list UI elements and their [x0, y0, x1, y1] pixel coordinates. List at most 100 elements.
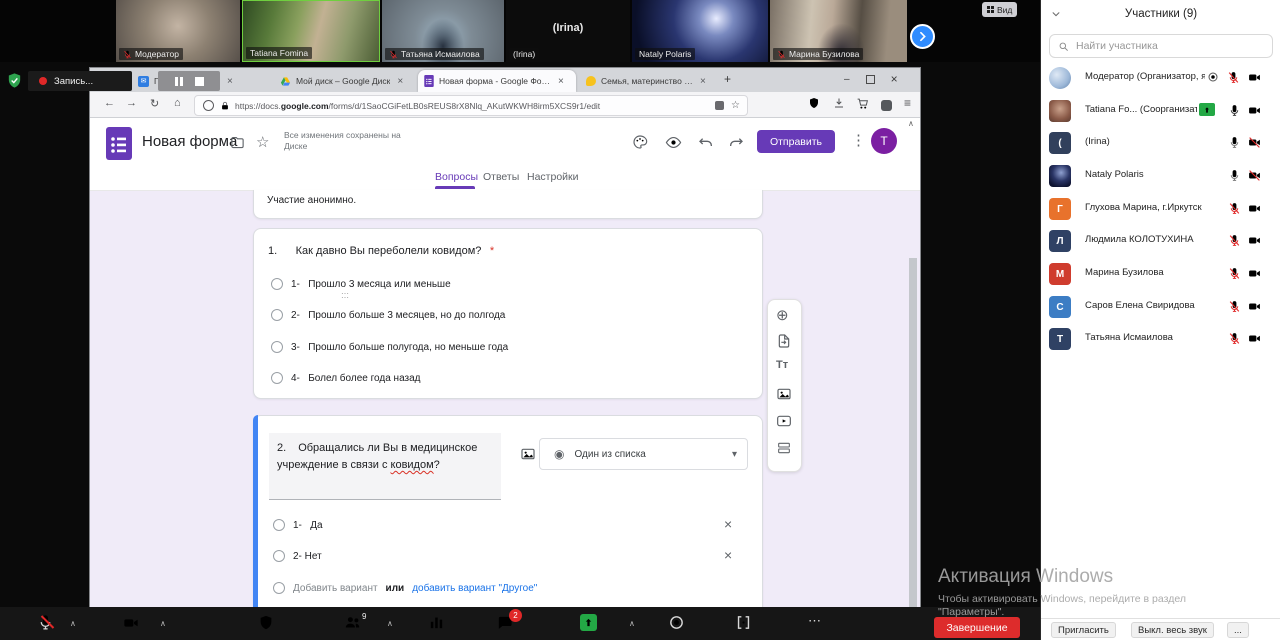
radio-icon[interactable] [271, 278, 283, 290]
next-videos-button[interactable] [910, 24, 935, 49]
add-image-block-icon[interactable] [776, 386, 792, 402]
polls-stats-button[interactable] [428, 614, 445, 631]
tab-google-forms[interactable]: Новая форма - Google Формы × [418, 70, 576, 92]
cart-extension-icon[interactable] [856, 97, 869, 110]
scrollbar-thumb[interactable] [909, 258, 917, 607]
apps-button[interactable] [735, 614, 752, 631]
bookmark-star-icon[interactable]: ☆ [731, 100, 740, 111]
back-icon[interactable]: ← [104, 97, 115, 109]
q1-option-row[interactable]: 4- Болел более года назад [271, 372, 421, 384]
participant-row[interactable]: Т Татьяна Исмаилова [1041, 324, 1280, 354]
view-button[interactable]: Вид [982, 2, 1017, 17]
preview-eye-icon[interactable] [665, 134, 682, 151]
account-avatar[interactable]: T [871, 128, 897, 154]
pause-recording-button[interactable] [175, 77, 183, 86]
account-extension-icon[interactable] [881, 100, 892, 111]
tab-questions[interactable]: Вопросы [435, 171, 478, 183]
mute-button[interactable] [37, 614, 54, 632]
tab-close-icon[interactable]: × [700, 76, 706, 87]
participant-row[interactable]: Л Людмила КОЛОТУХИНА [1041, 226, 1280, 256]
record-button[interactable] [668, 614, 685, 631]
url-input[interactable]: https://docs.google.com/forms/d/1SaoCGiF… [194, 95, 748, 116]
invite-button[interactable]: Пригласить [1051, 622, 1116, 638]
radio-icon[interactable] [271, 309, 283, 321]
audio-options-caret[interactable]: ∧ [70, 619, 76, 628]
add-question-icon[interactable]: ⊕ [776, 306, 789, 324]
video-button[interactable] [122, 615, 140, 631]
tab-close-icon[interactable]: × [227, 76, 233, 87]
form-intro-card[interactable]: Участие анонимно. [253, 190, 763, 219]
tab-settings[interactable]: Настройки [527, 171, 579, 183]
radio-icon[interactable] [273, 550, 285, 562]
window-maximize-button[interactable] [866, 75, 875, 84]
participant-row[interactable]: С Саров Елена Свиридова [1041, 292, 1280, 322]
video-tile-irina[interactable]: (Irina) (Irina) [506, 0, 630, 62]
participants-options-caret[interactable]: ∧ [387, 619, 393, 628]
add-section-icon[interactable] [776, 440, 792, 456]
participant-row[interactable]: Г Глухова Марина, г.Иркутск [1041, 194, 1280, 224]
mute-all-button[interactable]: Выкл. весь звук [1131, 622, 1214, 638]
participant-row[interactable]: М Марина Бузилова [1041, 259, 1280, 289]
radio-icon[interactable] [271, 372, 283, 384]
add-title-icon[interactable]: Tт [776, 359, 788, 371]
downloads-icon[interactable] [833, 97, 845, 109]
q1-option-row[interactable]: 3- Прошло больше полугода, но меньше год… [271, 341, 508, 353]
video-options-caret[interactable]: ∧ [160, 619, 166, 628]
q2-option-row[interactable]: 2- Нет [273, 550, 322, 562]
add-option-row[interactable]: Добавить вариант или добавить вариант "Д… [273, 582, 537, 594]
share-options-caret[interactable]: ∧ [629, 619, 635, 628]
protection-shield-icon[interactable] [808, 97, 820, 109]
security-button[interactable] [258, 614, 274, 631]
redo-icon[interactable] [728, 134, 744, 150]
tab-close-icon[interactable]: × [397, 76, 403, 87]
scroll-up-arrow[interactable]: ∧ [908, 119, 914, 128]
q1-option-row[interactable]: 2- Прошло больше 3 месяцев, но до полгод… [271, 309, 505, 321]
add-option-text[interactable]: Добавить вариант [293, 583, 378, 594]
window-close-button[interactable]: × [891, 72, 898, 86]
participant-row[interactable]: Модератор (Организатор, я) [1041, 63, 1280, 93]
q1-option-row[interactable]: 1- Прошло 3 месяца или меньше [271, 278, 451, 290]
q2-option-row[interactable]: 1- Да [273, 519, 323, 531]
home-icon[interactable]: ⌂ [174, 97, 181, 109]
tab-answers[interactable]: Ответы [483, 171, 519, 183]
video-tile-tatiana-fomina[interactable]: Tatiana Fomina [242, 0, 380, 62]
radio-icon[interactable] [271, 341, 283, 353]
tab-close-icon[interactable]: × [558, 76, 564, 87]
add-image-icon[interactable] [520, 446, 536, 462]
question2-text-input[interactable]: 2.Обращались ли Вы в медицинское учрежде… [269, 433, 501, 500]
page-action-icon[interactable] [715, 101, 724, 110]
send-button[interactable]: Отправить [757, 130, 835, 153]
stop-recording-button[interactable] [195, 77, 204, 86]
participant-search-box[interactable] [1049, 34, 1273, 58]
remove-option-icon[interactable]: × [724, 547, 732, 563]
undo-icon[interactable] [698, 134, 714, 150]
star-icon[interactable]: ☆ [256, 133, 269, 151]
more-menu-icon[interactable]: ⋮ [851, 131, 866, 149]
add-video-icon[interactable] [776, 413, 792, 429]
video-tile-moderator[interactable]: Модератор [116, 0, 240, 62]
radio-icon[interactable] [273, 519, 285, 531]
question1-title[interactable]: 1. Как давно Вы переболели ковидом? * [268, 241, 494, 259]
tab-google-drive[interactable]: Мой диск – Google Диск × [274, 70, 416, 92]
site-info-icon[interactable] [203, 100, 214, 111]
participants-button[interactable] [343, 614, 362, 631]
more-button[interactable]: ⋯ [808, 613, 821, 629]
end-meeting-button[interactable]: Завершение [934, 617, 1020, 638]
search-input[interactable] [1074, 39, 1258, 53]
remove-option-icon[interactable]: × [724, 516, 732, 532]
move-folder-icon[interactable] [230, 135, 245, 150]
window-minimize-button[interactable]: – [844, 74, 850, 85]
add-other-option-link[interactable]: добавить вариант "Другое" [412, 583, 537, 594]
menu-icon[interactable]: ≡ [904, 96, 911, 110]
reload-icon[interactable]: ↻ [150, 97, 159, 110]
participant-row[interactable]: Tatiana Fo... (Соорганизатор) [1041, 96, 1280, 126]
drag-handle-icon[interactable]: ⋯⋯ [330, 292, 360, 300]
video-tile-marina-buzilova[interactable]: Марина Бузилова [770, 0, 907, 62]
forward-icon[interactable]: → [126, 97, 137, 109]
panel-more-button[interactable]: ... [1227, 622, 1249, 638]
form-title[interactable]: Новая форма [142, 133, 237, 150]
question-type-dropdown[interactable]: ◉ Один из списка ▾ [539, 438, 748, 470]
import-questions-icon[interactable] [776, 333, 792, 349]
video-tile-nataly-polaris[interactable]: Nataly Polaris [632, 0, 768, 62]
share-screen-button[interactable] [580, 614, 597, 631]
